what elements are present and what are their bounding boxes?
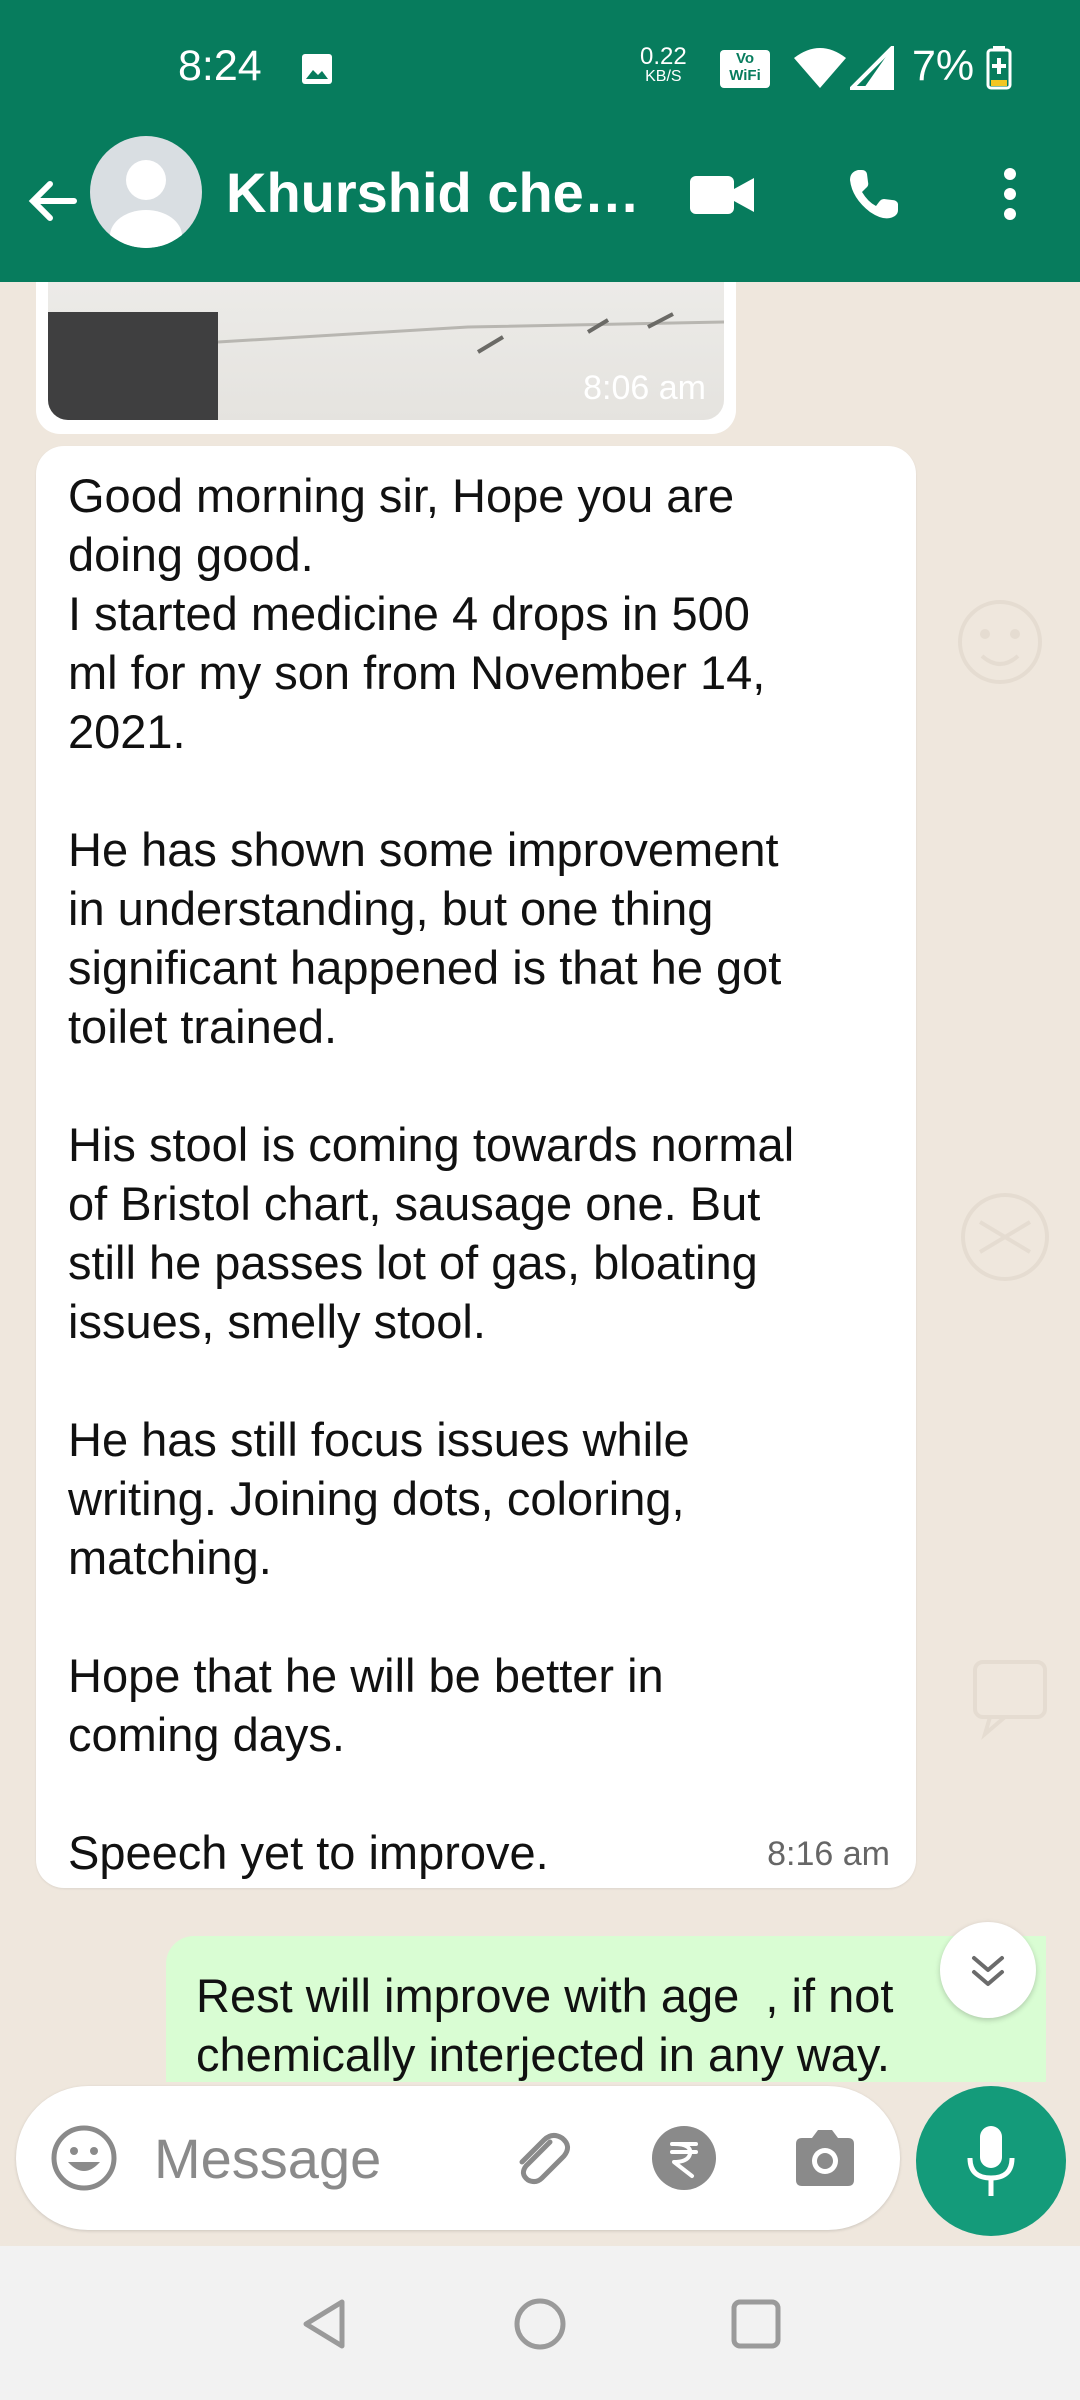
signal-icon bbox=[850, 46, 894, 90]
nav-back-icon[interactable] bbox=[296, 2294, 356, 2354]
sent-message[interactable]: Rest will improve with age , if not chem… bbox=[166, 1936, 1046, 2082]
network-speed-unit: KB/S bbox=[645, 68, 682, 85]
received-message[interactable]: Good morning sir, Hope you are doing goo… bbox=[36, 446, 916, 1888]
chat-header: Khurshid chen… bbox=[0, 136, 1080, 282]
more-vert-icon[interactable] bbox=[990, 164, 1030, 224]
emoji-icon[interactable] bbox=[50, 2124, 118, 2192]
back-arrow-icon[interactable] bbox=[24, 172, 82, 230]
message-composer[interactable]: Message bbox=[16, 2086, 900, 2230]
avatar[interactable] bbox=[90, 136, 202, 248]
vowifi-icon: Vo WiFi bbox=[720, 50, 770, 88]
scroll-to-bottom-button[interactable] bbox=[940, 1922, 1036, 2018]
system-nav-bar bbox=[0, 2246, 1080, 2400]
wallpaper-doodle bbox=[973, 1660, 1047, 1740]
status-bar: 8:24 0.22 KB/S Vo WiFi 7% bbox=[0, 0, 1080, 136]
network-speed-value: 0.22 bbox=[640, 43, 687, 70]
nav-home-icon[interactable] bbox=[510, 2294, 570, 2354]
mic-button[interactable] bbox=[916, 2086, 1066, 2236]
wallpaper-doodle bbox=[958, 600, 1042, 684]
app-bar: 8:24 0.22 KB/S Vo WiFi 7% Khurshid chen… bbox=[0, 0, 1080, 282]
gallery-notification-icon bbox=[302, 54, 332, 84]
contact-name[interactable]: Khurshid chen… bbox=[226, 160, 646, 225]
network-speed: 0.22 KB/S bbox=[640, 43, 687, 86]
image-message[interactable]: 8:06 am bbox=[36, 282, 736, 434]
wifi-icon bbox=[794, 48, 846, 88]
attach-icon[interactable] bbox=[504, 2122, 576, 2194]
avatar-icon bbox=[110, 160, 182, 248]
message-input[interactable]: Message bbox=[154, 2126, 381, 2191]
message-text: Rest will improve with age , if not chem… bbox=[196, 1969, 894, 2081]
phone-icon[interactable] bbox=[846, 166, 902, 222]
scroll-down-icon bbox=[972, 1956, 1004, 1986]
message-time: 8:16 am bbox=[767, 1835, 890, 1873]
chat-area[interactable]: 8:06 am Good morning sir, Hope you are d… bbox=[0, 282, 1080, 2082]
nav-recents-icon[interactable] bbox=[726, 2294, 786, 2354]
battery-charging-icon bbox=[986, 46, 1012, 90]
video-call-icon[interactable] bbox=[688, 170, 756, 220]
message-time: 8:06 am bbox=[583, 369, 706, 407]
wallpaper-doodle bbox=[961, 1193, 1049, 1281]
rupee-icon[interactable] bbox=[652, 2126, 716, 2190]
vowifi-bottom: WiFi bbox=[729, 67, 761, 84]
message-text: Good morning sir, Hope you are doing goo… bbox=[68, 469, 795, 1879]
status-time: 8:24 bbox=[178, 42, 262, 90]
mic-icon bbox=[967, 2126, 1015, 2196]
vowifi-top: Vo bbox=[735, 50, 755, 67]
battery-percent: 7% bbox=[912, 42, 975, 90]
camera-icon[interactable] bbox=[790, 2126, 860, 2190]
